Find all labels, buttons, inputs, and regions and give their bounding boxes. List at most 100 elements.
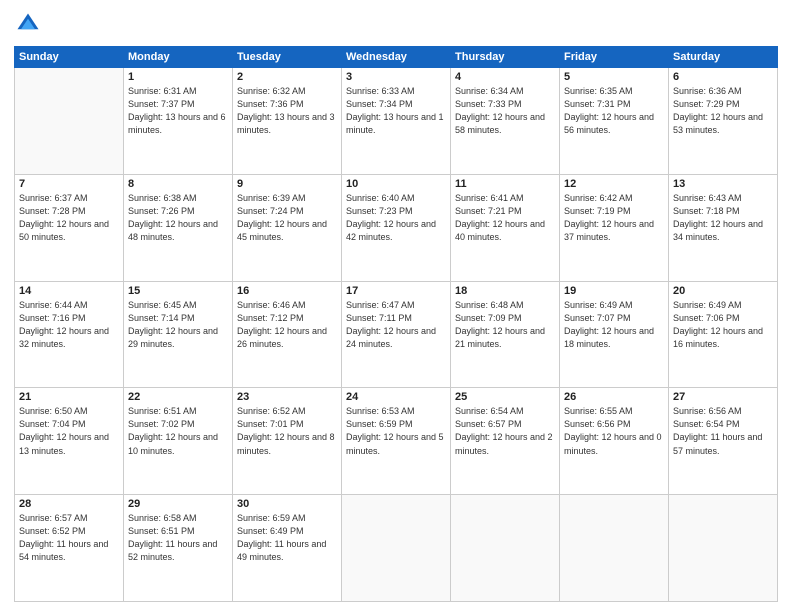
header-monday: Monday (124, 47, 233, 68)
table-cell: 4 Sunrise: 6:34 AMSunset: 7:33 PMDaylight… (451, 68, 560, 175)
calendar-week-row: 7Sunrise: 6:37 AMSunset: 7:28 PMDaylight… (15, 174, 778, 281)
day-detail: Sunrise: 6:55 AMSunset: 6:56 PMDaylight:… (564, 405, 664, 457)
table-cell: 22Sunrise: 6:51 AMSunset: 7:02 PMDayligh… (124, 388, 233, 495)
table-cell: 3 Sunrise: 6:33 AMSunset: 7:34 PMDaylight… (342, 68, 451, 175)
calendar-week-row: 21 Sunrise: 6:50 AMSunset: 7:04 PMDayligh… (15, 388, 778, 495)
day-detail: Sunrise: 6:44 AMSunset: 7:16 PMDaylight:… (19, 299, 119, 351)
day-detail: Sunrise: 6:31 AMSunset: 7:37 PMDaylight:… (128, 85, 228, 137)
day-detail: Sunrise: 6:59 AMSunset: 6:49 PMDaylight:… (237, 512, 337, 564)
day-detail: Sunrise: 6:51 AMSunset: 7:02 PMDaylight:… (128, 405, 228, 457)
day-number: 15 (128, 285, 228, 297)
header-friday: Friday (560, 47, 669, 68)
day-number: 12 (564, 178, 664, 190)
calendar-week-row: 1 Sunrise: 6:31 AMSunset: 7:37 PMDaylight… (15, 68, 778, 175)
table-cell (342, 495, 451, 602)
header-sunday: Sunday (15, 47, 124, 68)
table-cell: 20Sunrise: 6:49 AMSunset: 7:06 PMDayligh… (669, 281, 778, 388)
day-detail: Sunrise: 6:48 AMSunset: 7:09 PMDaylight:… (455, 299, 555, 351)
day-number: 27 (673, 391, 773, 403)
calendar-week-row: 28 Sunrise: 6:57 AMSunset: 6:52 PMDayligh… (15, 495, 778, 602)
header-tuesday: Tuesday (233, 47, 342, 68)
day-detail: Sunrise: 6:32 AMSunset: 7:36 PMDaylight:… (237, 85, 337, 137)
table-cell (669, 495, 778, 602)
table-cell: 27 Sunrise: 6:56 AMSunset: 6:54 PMDayligh… (669, 388, 778, 495)
day-number: 17 (346, 285, 446, 297)
table-cell: 28 Sunrise: 6:57 AMSunset: 6:52 PMDayligh… (15, 495, 124, 602)
day-number: 23 (237, 391, 337, 403)
table-cell: 10 Sunrise: 6:40 AMSunset: 7:23 PMDayligh… (342, 174, 451, 281)
table-cell: 23 Sunrise: 6:52 AMSunset: 7:01 PMDayligh… (233, 388, 342, 495)
table-cell: 25 Sunrise: 6:54 AMSunset: 6:57 PMDayligh… (451, 388, 560, 495)
day-detail: Sunrise: 6:50 AMSunset: 7:04 PMDaylight:… (19, 405, 119, 457)
day-number: 10 (346, 178, 446, 190)
day-number: 20 (673, 285, 773, 297)
day-detail: Sunrise: 6:53 AMSunset: 6:59 PMDaylight:… (346, 405, 446, 457)
day-number: 28 (19, 498, 119, 510)
table-cell: 14 Sunrise: 6:44 AMSunset: 7:16 PMDayligh… (15, 281, 124, 388)
table-cell: 7Sunrise: 6:37 AMSunset: 7:28 PMDaylight… (15, 174, 124, 281)
table-cell: 24 Sunrise: 6:53 AMSunset: 6:59 PMDayligh… (342, 388, 451, 495)
day-detail: Sunrise: 6:43 AMSunset: 7:18 PMDaylight:… (673, 192, 773, 244)
calendar-week-row: 14 Sunrise: 6:44 AMSunset: 7:16 PMDayligh… (15, 281, 778, 388)
day-detail: Sunrise: 6:33 AMSunset: 7:34 PMDaylight:… (346, 85, 446, 137)
logo (14, 10, 46, 38)
table-cell: 9 Sunrise: 6:39 AMSunset: 7:24 PMDaylight… (233, 174, 342, 281)
header-wednesday: Wednesday (342, 47, 451, 68)
table-cell: 8 Sunrise: 6:38 AMSunset: 7:26 PMDaylight… (124, 174, 233, 281)
day-detail: Sunrise: 6:46 AMSunset: 7:12 PMDaylight:… (237, 299, 337, 351)
header-thursday: Thursday (451, 47, 560, 68)
table-cell (560, 495, 669, 602)
day-detail: Sunrise: 6:38 AMSunset: 7:26 PMDaylight:… (128, 192, 228, 244)
table-cell: 1 Sunrise: 6:31 AMSunset: 7:37 PMDaylight… (124, 68, 233, 175)
table-cell: 29 Sunrise: 6:58 AMSunset: 6:51 PMDayligh… (124, 495, 233, 602)
day-detail: Sunrise: 6:41 AMSunset: 7:21 PMDaylight:… (455, 192, 555, 244)
table-cell (451, 495, 560, 602)
day-number: 2 (237, 71, 337, 83)
day-detail: Sunrise: 6:58 AMSunset: 6:51 PMDaylight:… (128, 512, 228, 564)
weekday-header-row: Sunday Monday Tuesday Wednesday Thursday… (15, 47, 778, 68)
day-number: 19 (564, 285, 664, 297)
day-number: 7 (19, 178, 119, 190)
table-cell (15, 68, 124, 175)
day-number: 14 (19, 285, 119, 297)
table-cell: 16 Sunrise: 6:46 AMSunset: 7:12 PMDayligh… (233, 281, 342, 388)
day-detail: Sunrise: 6:47 AMSunset: 7:11 PMDaylight:… (346, 299, 446, 351)
day-number: 13 (673, 178, 773, 190)
day-detail: Sunrise: 6:52 AMSunset: 7:01 PMDaylight:… (237, 405, 337, 457)
day-number: 16 (237, 285, 337, 297)
table-cell: 18 Sunrise: 6:48 AMSunset: 7:09 PMDayligh… (451, 281, 560, 388)
day-number: 30 (237, 498, 337, 510)
day-number: 3 (346, 71, 446, 83)
day-detail: Sunrise: 6:39 AMSunset: 7:24 PMDaylight:… (237, 192, 337, 244)
day-detail: Sunrise: 6:45 AMSunset: 7:14 PMDaylight:… (128, 299, 228, 351)
table-cell: 13 Sunrise: 6:43 AMSunset: 7:18 PMDayligh… (669, 174, 778, 281)
table-cell: 15 Sunrise: 6:45 AMSunset: 7:14 PMDayligh… (124, 281, 233, 388)
table-cell: 21 Sunrise: 6:50 AMSunset: 7:04 PMDayligh… (15, 388, 124, 495)
day-number: 29 (128, 498, 228, 510)
table-cell: 6Sunrise: 6:36 AMSunset: 7:29 PMDaylight… (669, 68, 778, 175)
day-number: 4 (455, 71, 555, 83)
day-number: 24 (346, 391, 446, 403)
table-cell: 26 Sunrise: 6:55 AMSunset: 6:56 PMDayligh… (560, 388, 669, 495)
day-detail: Sunrise: 6:42 AMSunset: 7:19 PMDaylight:… (564, 192, 664, 244)
table-cell: 5Sunrise: 6:35 AMSunset: 7:31 PMDaylight… (560, 68, 669, 175)
table-cell: 17 Sunrise: 6:47 AMSunset: 7:11 PMDayligh… (342, 281, 451, 388)
day-detail: Sunrise: 6:49 AMSunset: 7:07 PMDaylight:… (564, 299, 664, 351)
day-detail: Sunrise: 6:36 AMSunset: 7:29 PMDaylight:… (673, 85, 773, 137)
table-cell: 12 Sunrise: 6:42 AMSunset: 7:19 PMDayligh… (560, 174, 669, 281)
day-number: 21 (19, 391, 119, 403)
day-number: 9 (237, 178, 337, 190)
day-detail: Sunrise: 6:56 AMSunset: 6:54 PMDaylight:… (673, 405, 773, 457)
day-detail: Sunrise: 6:57 AMSunset: 6:52 PMDaylight:… (19, 512, 119, 564)
day-number: 25 (455, 391, 555, 403)
day-number: 8 (128, 178, 228, 190)
day-number: 1 (128, 71, 228, 83)
day-number: 26 (564, 391, 664, 403)
day-detail: Sunrise: 6:40 AMSunset: 7:23 PMDaylight:… (346, 192, 446, 244)
day-detail: Sunrise: 6:34 AMSunset: 7:33 PMDaylight:… (455, 85, 555, 137)
page: Sunday Monday Tuesday Wednesday Thursday… (0, 0, 792, 612)
logo-icon (14, 10, 42, 38)
day-detail: Sunrise: 6:54 AMSunset: 6:57 PMDaylight:… (455, 405, 555, 457)
day-number: 18 (455, 285, 555, 297)
day-number: 11 (455, 178, 555, 190)
